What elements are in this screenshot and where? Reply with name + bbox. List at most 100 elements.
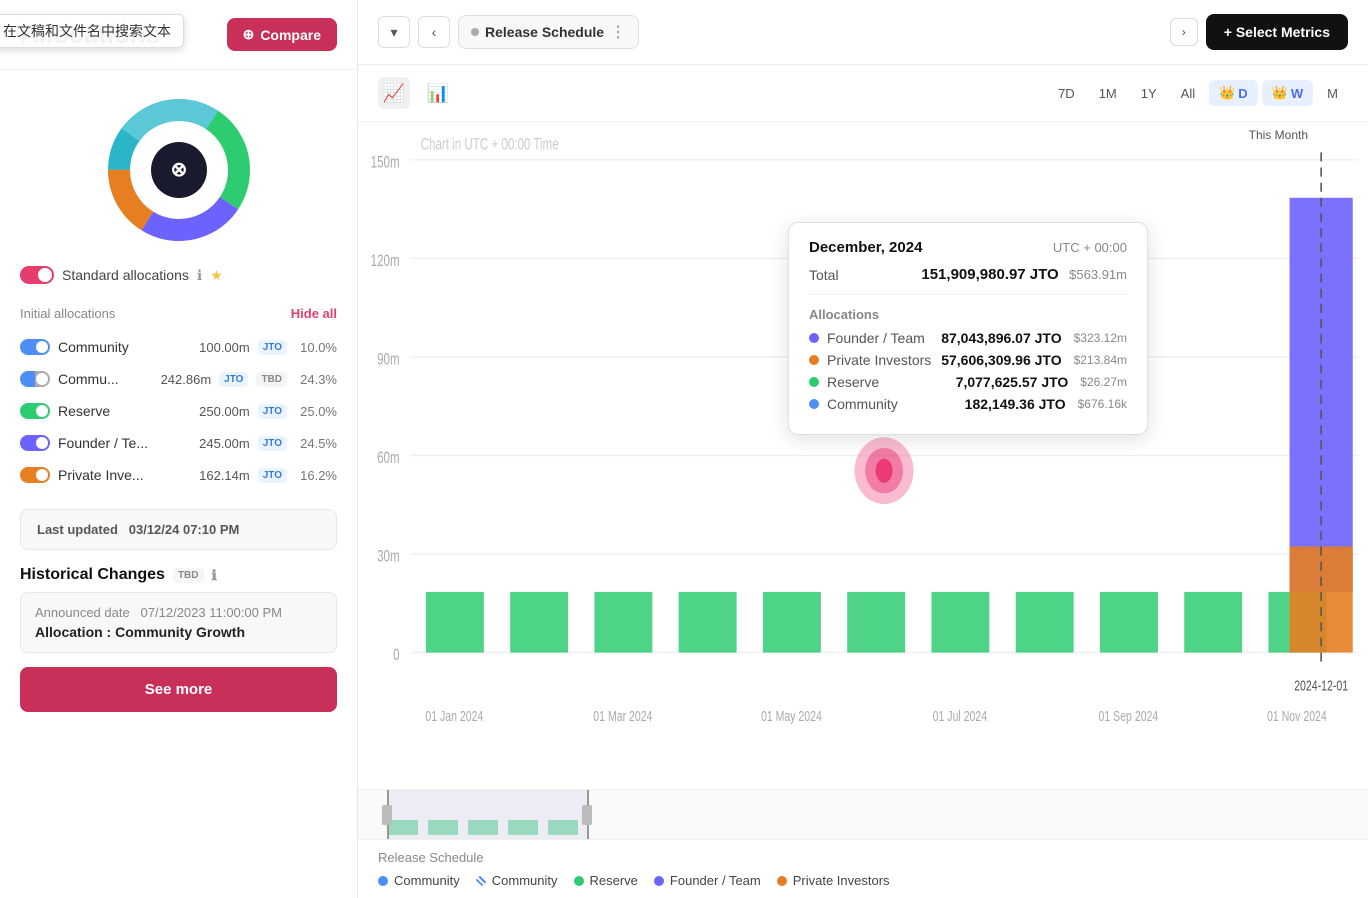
legend-dot-founder: [654, 876, 664, 886]
last-updated-value: 03/12/24 07:10 PM: [129, 522, 240, 537]
tooltip-row-community: Community 182,149.36 JTO $676.16k: [809, 396, 1127, 412]
tooltip-total-label: Total: [809, 267, 839, 283]
hist-date-value: 07/12/2023 11:00:00 PM: [141, 605, 282, 620]
list-item: Founder / Te... 245.00m JTO 24.5%: [0, 427, 357, 459]
1y-button[interactable]: 1Y: [1131, 80, 1167, 106]
private-dot: [809, 355, 819, 365]
svg-text:150m: 150m: [371, 154, 400, 173]
private-value: 57,606,309.96 JTO: [941, 352, 1061, 368]
area-chart-button[interactable]: 📈: [378, 77, 410, 109]
day-crown-button[interactable]: 👑D: [1209, 80, 1258, 106]
alloc-name: Community: [58, 339, 191, 355]
legend-item-reserve: Reserve: [574, 873, 638, 888]
prev-button[interactable]: ‹: [418, 16, 450, 48]
crown-icon2: 👑: [1272, 85, 1288, 101]
alloc-pct: 10.0%: [295, 340, 337, 355]
bar-chart-icon: 📊: [427, 83, 449, 104]
svg-text:01 Jan 2024: 01 Jan 2024: [425, 707, 483, 724]
founder-toggle[interactable]: [20, 435, 50, 451]
standard-allocations-row: Standard allocations ℹ ★: [0, 260, 357, 298]
alloc-pct: 24.3%: [295, 372, 337, 387]
7d-button[interactable]: 7D: [1048, 80, 1085, 106]
right-panel: ▾ ‹ Release Schedule ⋮ › + Select Metric…: [358, 0, 1368, 898]
area-chart-icon: 📈: [383, 83, 405, 104]
list-item: Private Inve... 162.14m JTO 16.2%: [0, 459, 357, 491]
legend-label-private: Private Investors: [793, 873, 890, 888]
svg-text:0: 0: [393, 646, 399, 665]
alloc-name: Commu...: [58, 371, 153, 387]
tooltip-utc: UTC + 00:00: [1053, 240, 1127, 255]
reserve-dot: [809, 377, 819, 387]
all-button[interactable]: All: [1171, 80, 1205, 106]
svg-text:01 Mar 2024: 01 Mar 2024: [593, 707, 652, 724]
tooltip-total: Total 151,909,980.97 JTO $563.91m: [809, 266, 1127, 295]
mini-navigator[interactable]: [358, 789, 1368, 839]
tooltip-alloc-label: Allocations: [809, 307, 1127, 322]
last-updated-label: Last updated: [37, 522, 118, 537]
release-schedule-pill[interactable]: Release Schedule ⋮: [458, 15, 639, 49]
dropdown-button[interactable]: ▾: [378, 16, 410, 48]
compare-icon: ⊕: [243, 26, 255, 43]
standard-allocations-toggle[interactable]: [20, 266, 54, 284]
tooltip-row-founder: Founder / Team 87,043,896.07 JTO $323.12…: [809, 330, 1127, 346]
select-metrics-button[interactable]: + Select Metrics: [1206, 14, 1348, 50]
star-icon: ★: [210, 267, 223, 284]
jto-badge: JTO: [258, 468, 287, 483]
tooltip-date: December, 2024: [809, 239, 922, 256]
top-bar: ▾ ‹ Release Schedule ⋮ › + Select Metric…: [358, 0, 1368, 65]
tooltip-header: December, 2024 UTC + 00:00: [809, 239, 1127, 256]
jto-badge: JTO: [258, 436, 287, 451]
founder-dot: [809, 333, 819, 343]
alloc-amount: 100.00m: [199, 340, 250, 355]
hide-all-button[interactable]: Hide all: [291, 306, 337, 321]
left-panel: Allocations ⊕ Compare 在文稿和文件名中搜索文本: [0, 0, 358, 898]
private-toggle[interactable]: [20, 467, 50, 483]
alloc-name: Reserve: [58, 403, 191, 419]
svg-text:30m: 30m: [377, 548, 400, 567]
legend-items: Community Community Reserve Founder / Te…: [378, 873, 1348, 888]
svg-text:01 May 2024: 01 May 2024: [761, 707, 822, 724]
alloc-pct: 24.5%: [295, 436, 337, 451]
historical-info-icon[interactable]: ℹ: [212, 567, 217, 584]
legend-dot-community: [378, 876, 388, 886]
jto-badge: JTO: [258, 340, 287, 355]
tooltip-total-value: 151,909,980.97 JTO: [921, 266, 1058, 283]
private-sub: $213.84m: [1074, 353, 1127, 367]
community2-toggle[interactable]: [20, 371, 50, 387]
1m-button[interactable]: 1M: [1089, 80, 1127, 106]
legend-dot-reserve: [574, 876, 584, 886]
release-schedule-label: Release Schedule: [485, 24, 604, 40]
historical-changes-header: Historical Changes TBD ℹ: [0, 550, 357, 592]
week-crown-button[interactable]: 👑W: [1262, 80, 1313, 106]
community-value: 182,149.36 JTO: [965, 396, 1066, 412]
founder-value: 87,043,896.07 JTO: [941, 330, 1061, 346]
see-more-button[interactable]: See more: [20, 667, 337, 712]
month-button[interactable]: M: [1317, 80, 1348, 106]
alloc-name: Private Inve...: [58, 467, 191, 483]
reserve-toggle[interactable]: [20, 403, 50, 419]
last-updated-box: Last updated 03/12/24 07:10 PM: [20, 509, 337, 550]
bottom-legend: Release Schedule Community Community Res…: [358, 839, 1368, 898]
community-toggle[interactable]: [20, 339, 50, 355]
tooltip-row-reserve: Reserve 7,077,625.57 JTO $26.27m: [809, 374, 1127, 390]
historical-item: Announced date 07/12/2023 11:00:00 PM Al…: [20, 592, 337, 653]
legend-dot-community-striped: [476, 876, 486, 886]
jto-badge: JTO: [219, 372, 248, 387]
legend-item-private: Private Investors: [777, 873, 890, 888]
alloc-name: Founder / Te...: [58, 435, 191, 451]
founder-label: Founder / Team: [827, 330, 933, 346]
info-icon[interactable]: ℹ: [197, 267, 202, 284]
next-arrow-icon: ›: [1182, 25, 1186, 39]
svg-text:01 Jul 2024: 01 Jul 2024: [933, 707, 987, 724]
compare-button[interactable]: ⊕ Compare: [227, 18, 337, 51]
legend-label-founder: Founder / Team: [670, 873, 761, 888]
tbd-badge: TBD: [256, 372, 287, 387]
reserve-label: Reserve: [827, 374, 948, 390]
release-dot: [471, 28, 479, 36]
svg-text:60m: 60m: [377, 449, 400, 468]
bar-chart-button[interactable]: 📊: [422, 77, 454, 109]
next-arrow-button[interactable]: ›: [1170, 18, 1198, 46]
reserve-value: 7,077,625.57 JTO: [956, 374, 1069, 390]
legend-item-founder: Founder / Team: [654, 873, 761, 888]
chart-area: This Month 150m 120m 90m 60m 30m 0 Chart…: [358, 122, 1368, 789]
